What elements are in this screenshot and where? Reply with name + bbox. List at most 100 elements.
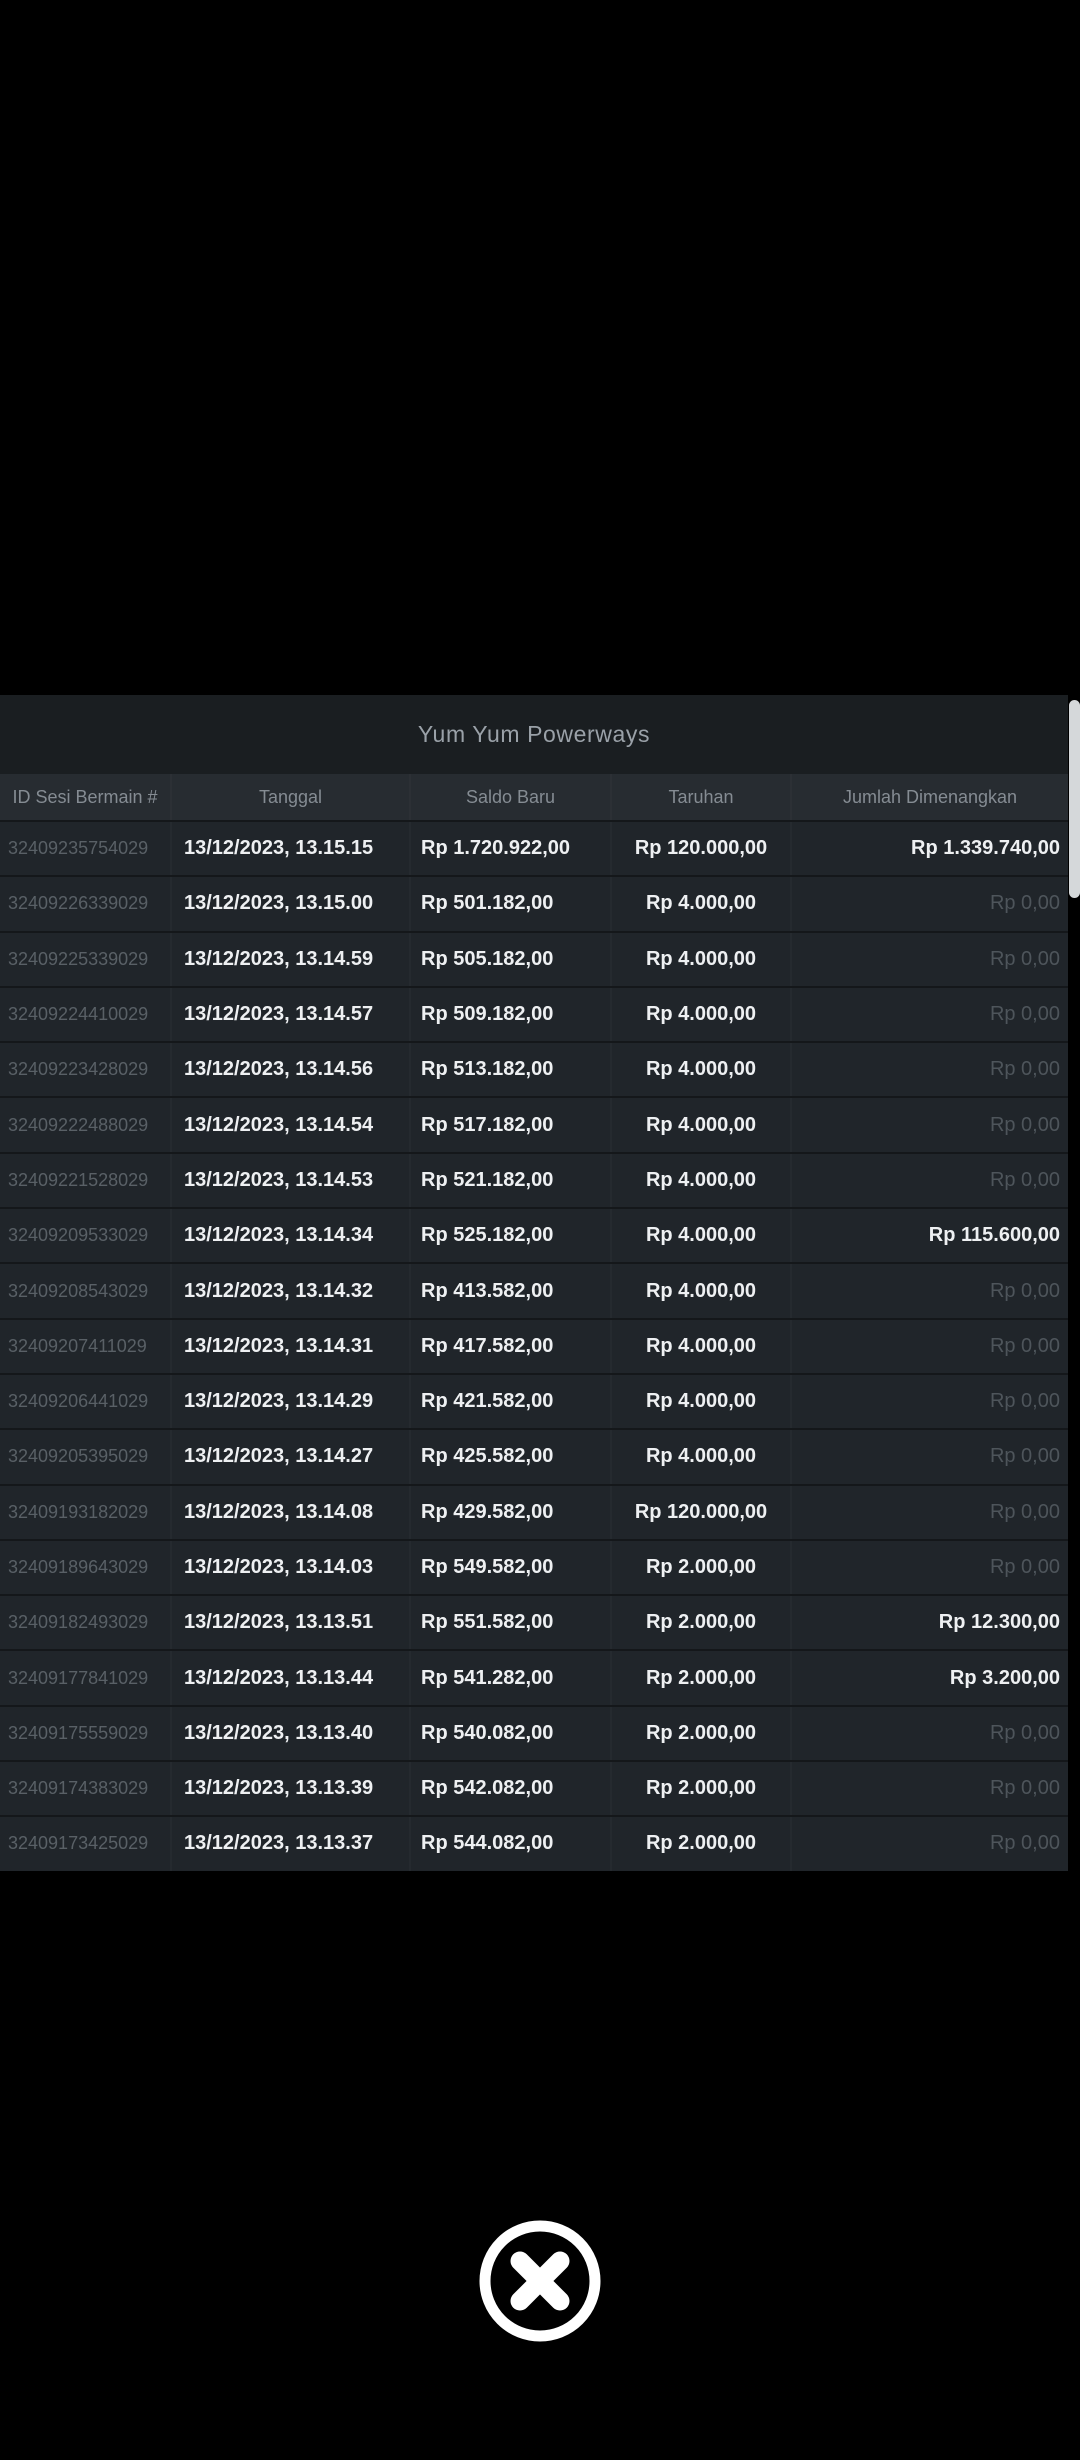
date-cell: 13/12/2023, 13.13.39	[170, 1762, 409, 1815]
column-header-new-balance: Saldo Baru	[409, 774, 610, 820]
session-history-rows: 32409235754029 13/12/2023, 13.15.15 Rp 1…	[0, 820, 1068, 1871]
session-id-cell: 32409208543029	[8, 1280, 149, 1301]
bet-cell: Rp 4.000,00	[610, 1375, 790, 1428]
session-id-cell: 32409173425029	[8, 1833, 149, 1854]
session-id-cell: 32409205395029	[8, 1446, 149, 1467]
table-row: 32409205395029 13/12/2023, 13.14.27 Rp 4…	[0, 1428, 1068, 1484]
new-balance-cell: Rp 540.082,00	[409, 1707, 610, 1760]
session-id-cell: 32409207411029	[8, 1335, 147, 1356]
date-cell: 13/12/2023, 13.14.08	[170, 1486, 409, 1539]
table-row: 32409193182029 13/12/2023, 13.14.08 Rp 4…	[0, 1483, 1068, 1539]
new-balance-cell: Rp 509.182,00	[409, 988, 610, 1041]
new-balance-cell: Rp 425.582,00	[409, 1430, 610, 1483]
amount-won-cell: Rp 0,00	[790, 1762, 1068, 1815]
scrollbar-thumb[interactable]	[1069, 700, 1080, 898]
close-button[interactable]	[478, 2219, 602, 2343]
session-id-cell: 32409235754029	[8, 838, 149, 859]
amount-won-cell: Rp 12.300,00	[790, 1596, 1068, 1649]
session-id-cell: 32409225339029	[8, 948, 149, 969]
table-row: 32409235754029 13/12/2023, 13.15.15 Rp 1…	[0, 820, 1068, 876]
table-row: 32409209533029 13/12/2023, 13.14.34 Rp 5…	[0, 1207, 1068, 1263]
table-row: 32409223428029 13/12/2023, 13.14.56 Rp 5…	[0, 1041, 1068, 1097]
amount-won-cell: Rp 3.200,00	[790, 1651, 1068, 1704]
new-balance-cell: Rp 549.582,00	[409, 1541, 610, 1594]
bet-cell: Rp 2.000,00	[610, 1762, 790, 1815]
game-title-bar: Yum Yum Powerways	[0, 695, 1068, 774]
table-row: 32409207411029 13/12/2023, 13.14.31 Rp 4…	[0, 1317, 1068, 1373]
bet-cell: Rp 2.000,00	[610, 1817, 790, 1870]
table-row: 32409206441029 13/12/2023, 13.14.29 Rp 4…	[0, 1372, 1068, 1429]
date-cell: 13/12/2023, 13.13.37	[170, 1817, 409, 1870]
close-icon	[479, 2220, 601, 2342]
date-cell: 13/12/2023, 13.14.29	[170, 1375, 409, 1428]
date-cell: 13/12/2023, 13.14.27	[170, 1430, 409, 1483]
amount-won-cell: Rp 0,00	[790, 1154, 1068, 1207]
date-cell: 13/12/2023, 13.13.40	[170, 1707, 409, 1760]
amount-won-cell: Rp 0,00	[790, 1817, 1068, 1870]
new-balance-cell: Rp 505.182,00	[409, 933, 610, 986]
new-balance-cell: Rp 517.182,00	[409, 1098, 610, 1151]
session-id-cell: 32409189643029	[8, 1557, 149, 1577]
table-row: 32409224410029 13/12/2023, 13.14.57 Rp 5…	[0, 985, 1068, 1042]
column-header-bet: Taruhan	[610, 774, 790, 820]
amount-won-cell: Rp 1.339.740,00	[790, 822, 1068, 875]
session-id-cell: 32409206441029	[8, 1391, 149, 1412]
date-cell: 13/12/2023, 13.14.34	[170, 1209, 409, 1262]
date-cell: 13/12/2023, 13.14.59	[170, 933, 409, 986]
new-balance-cell: Rp 1.720.922,00	[409, 822, 610, 875]
table-row: 32409208543029 13/12/2023, 13.14.32 Rp 4…	[0, 1262, 1068, 1318]
table-row: 32409182493029 13/12/2023, 13.13.51 Rp 5…	[0, 1594, 1068, 1650]
bet-cell: Rp 120.000,00	[610, 822, 790, 875]
date-cell: 13/12/2023, 13.14.57	[170, 988, 409, 1041]
date-cell: 13/12/2023, 13.13.51	[170, 1596, 409, 1649]
date-cell: 13/12/2023, 13.14.53	[170, 1154, 409, 1207]
date-cell: 13/12/2023, 13.14.03	[170, 1541, 409, 1594]
bet-cell: Rp 4.000,00	[610, 1430, 790, 1483]
column-header-session-id: ID Sesi Bermain #	[12, 786, 158, 807]
amount-won-cell: Rp 0,00	[790, 877, 1068, 930]
bet-cell: Rp 4.000,00	[610, 877, 790, 930]
session-id-cell: 32409182493029	[8, 1612, 149, 1633]
new-balance-cell: Rp 429.582,00	[409, 1486, 610, 1539]
date-cell: 13/12/2023, 13.15.00	[170, 877, 409, 930]
new-balance-cell: Rp 501.182,00	[409, 877, 610, 930]
date-cell: 13/12/2023, 13.14.54	[170, 1098, 409, 1151]
bet-cell: Rp 4.000,00	[610, 1043, 790, 1096]
bet-cell: Rp 4.000,00	[610, 1098, 790, 1151]
new-balance-cell: Rp 521.182,00	[409, 1154, 610, 1207]
column-header-date: Tanggal	[170, 774, 409, 820]
date-cell: 13/12/2023, 13.14.56	[170, 1043, 409, 1096]
bet-cell: Rp 4.000,00	[610, 1320, 790, 1373]
amount-won-cell: Rp 115.600,00	[790, 1209, 1068, 1262]
amount-won-cell: Rp 0,00	[790, 1098, 1068, 1151]
bet-cell: Rp 4.000,00	[610, 1154, 790, 1207]
session-history-panel: Yum Yum Powerways ID Sesi Bermain # Tang…	[0, 695, 1068, 1871]
date-cell: 13/12/2023, 13.14.32	[170, 1264, 409, 1317]
new-balance-cell: Rp 541.282,00	[409, 1651, 610, 1704]
amount-won-cell: Rp 0,00	[790, 1486, 1068, 1539]
bet-cell: Rp 2.000,00	[610, 1596, 790, 1649]
date-cell: 13/12/2023, 13.13.44	[170, 1651, 409, 1704]
session-id-cell: 32409174383029	[8, 1778, 149, 1799]
table-row: 32409177841029 13/12/2023, 13.13.44 Rp 5…	[0, 1649, 1068, 1705]
amount-won-cell: Rp 0,00	[790, 933, 1068, 986]
session-id-cell: 32409209533029	[8, 1225, 149, 1246]
table-row: 32409225339029 13/12/2023, 13.14.59 Rp 5…	[0, 930, 1068, 986]
amount-won-cell: Rp 0,00	[790, 1264, 1068, 1317]
amount-won-cell: Rp 0,00	[790, 1541, 1068, 1594]
session-id-cell: 32409193182029	[8, 1501, 149, 1522]
new-balance-cell: Rp 551.582,00	[409, 1596, 610, 1649]
session-id-cell: 32409223428029	[8, 1059, 149, 1080]
session-id-cell: 32409224410029	[8, 1004, 149, 1025]
column-header-amount-won: Jumlah Dimenangkan	[790, 774, 1068, 820]
bet-cell: Rp 2.000,00	[610, 1651, 790, 1704]
date-cell: 13/12/2023, 13.15.15	[170, 822, 409, 875]
table-header-row: ID Sesi Bermain # Tanggal Saldo Baru Tar…	[0, 774, 1068, 820]
session-id-cell: 32409226339029	[8, 893, 149, 914]
table-row: 32409189643029 13/12/2023, 13.14.03 Rp 5…	[0, 1538, 1068, 1595]
table-row: 32409221528029 13/12/2023, 13.14.53 Rp 5…	[0, 1151, 1068, 1208]
new-balance-cell: Rp 413.582,00	[409, 1264, 610, 1317]
table-row: 32409222488029 13/12/2023, 13.14.54 Rp 5…	[0, 1096, 1068, 1152]
session-id-cell: 32409222488029	[8, 1114, 149, 1135]
game-title: Yum Yum Powerways	[417, 721, 651, 747]
